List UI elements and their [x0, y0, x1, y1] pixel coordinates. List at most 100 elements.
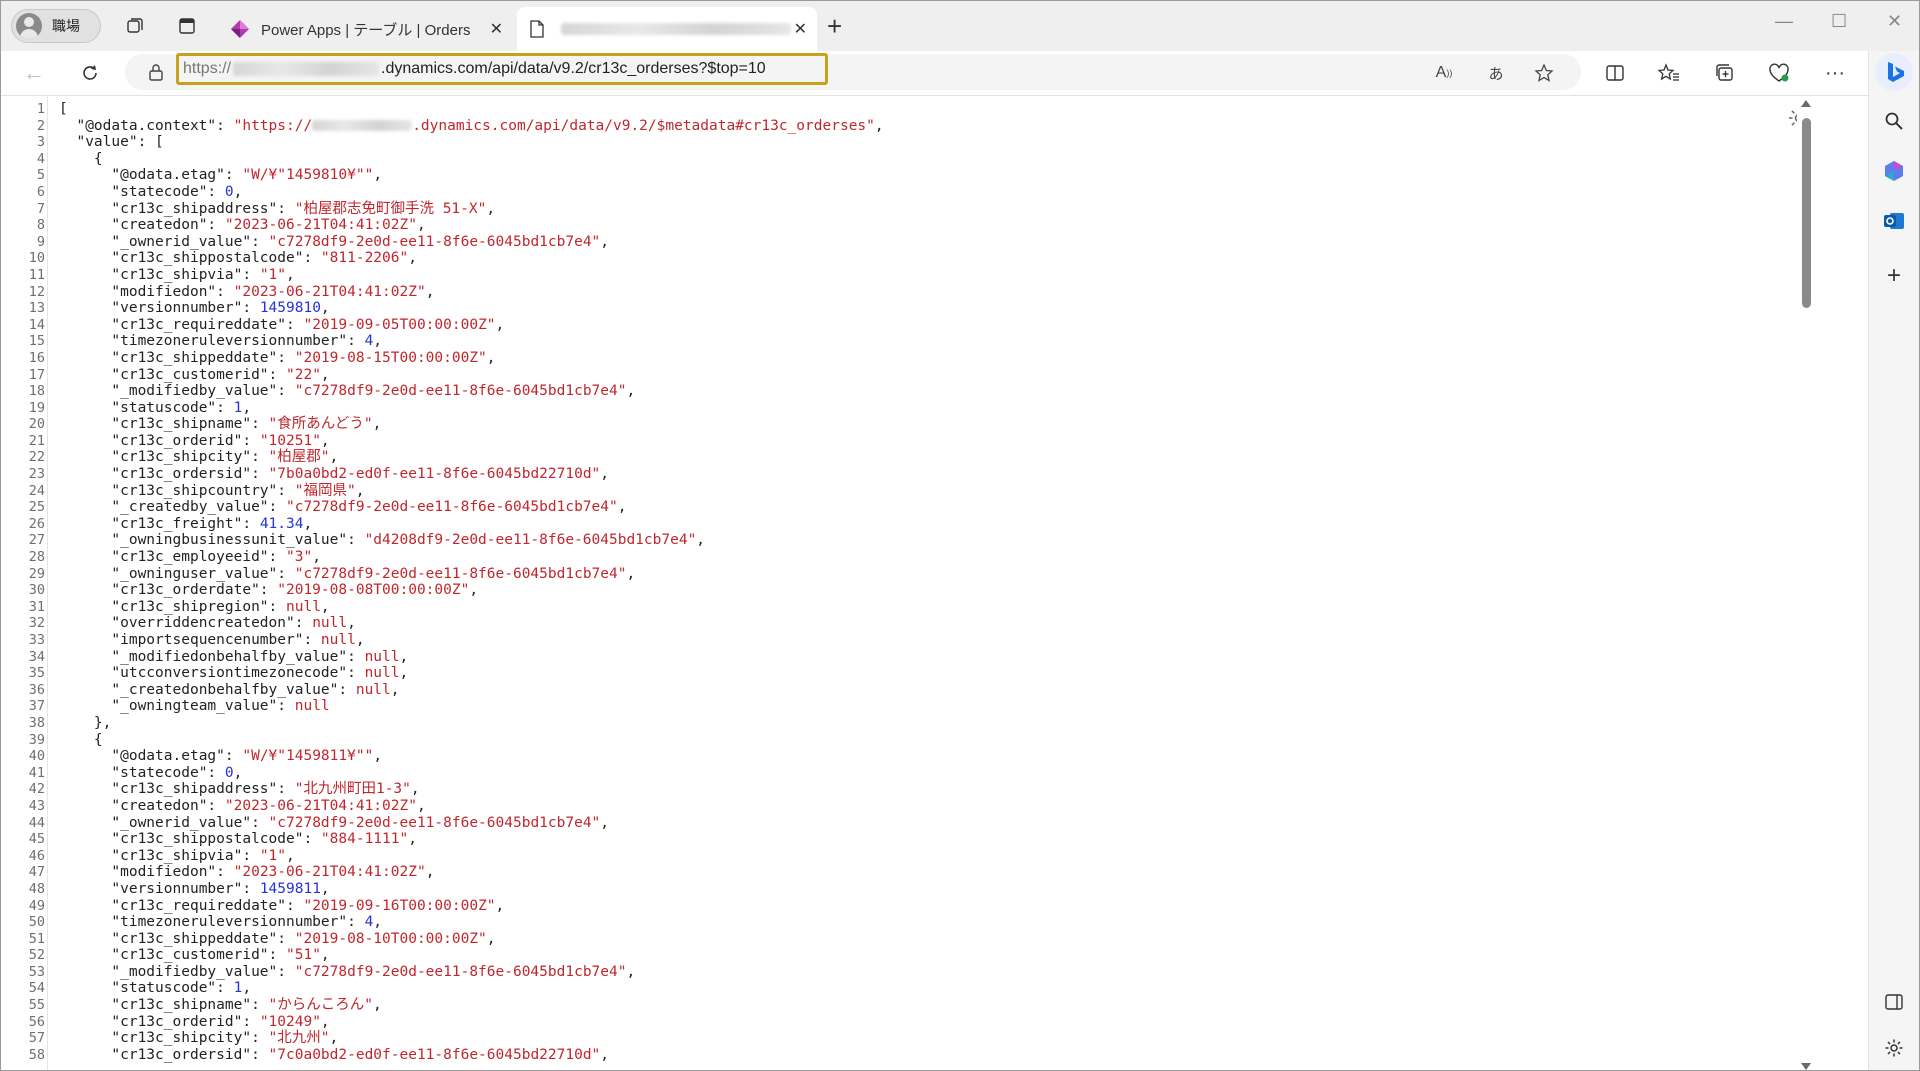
- line-number: 28: [28, 549, 45, 566]
- scroll-up-arrow[interactable]: [1801, 100, 1811, 107]
- copilot-icon[interactable]: [1879, 156, 1909, 186]
- line-number: 17: [28, 366, 45, 383]
- code-text: "cr13c_shipname": "食所あんどう",: [59, 416, 381, 433]
- json-key: "cr13c_shippeddate": [111, 930, 278, 947]
- json-key: "cr13c_shippostalcode": [111, 250, 304, 267]
- json-null: null: [312, 615, 348, 632]
- code-text: "_createdby_value": "c7278df9-2e0d-ee11-…: [59, 499, 626, 516]
- json-punctuation: :: [286, 316, 304, 333]
- json-punctuation: ,: [696, 532, 706, 549]
- outlook-icon[interactable]: [1879, 206, 1909, 236]
- tab-power-apps[interactable]: Power Apps | テーブル | Orders ✕: [219, 7, 513, 51]
- scroll-down-arrow[interactable]: [1801, 1063, 1811, 1070]
- minimize-button[interactable]: —: [1775, 11, 1793, 32]
- read-aloud-icon[interactable]: A)): [1433, 62, 1455, 84]
- json-punctuation: [59, 433, 111, 449]
- line-number: 42: [28, 781, 45, 798]
- favorites-icon[interactable]: [1655, 59, 1683, 87]
- json-key: "createdon": [111, 217, 208, 234]
- json-string: "2023-06-21T04:41:02Z": [233, 864, 426, 881]
- json-punctuation: [59, 1030, 111, 1046]
- profile-button[interactable]: 職場: [11, 9, 101, 43]
- json-punctuation: [59, 665, 111, 681]
- split-screen-icon[interactable]: [1601, 59, 1629, 87]
- json-punctuation: :: [216, 117, 234, 134]
- json-key: "statuscode": [111, 980, 217, 997]
- json-string: "811-2206": [320, 250, 409, 267]
- maximize-button[interactable]: ☐: [1831, 11, 1847, 32]
- json-string: "c7278df9-2e0d-ee11-8f6e-6045bd1cb7e4": [268, 814, 601, 831]
- code-text: "_modifiedonbehalfby_value": null,: [59, 649, 408, 666]
- json-punctuation: :: [216, 980, 234, 997]
- json-punctuation: :: [242, 880, 260, 897]
- json-key: "importsequencenumber": [111, 632, 304, 648]
- json-key: "@odata.etag": [111, 748, 225, 765]
- json-string: "2019-08-08T00:00:00Z": [277, 582, 470, 599]
- translate-icon[interactable]: あ: [1485, 62, 1507, 84]
- json-key: "cr13c_shippeddate": [111, 349, 278, 366]
- tab-api-data[interactable]: ✕: [517, 7, 817, 51]
- json-punctuation: ,: [373, 748, 383, 765]
- code-text: "_owningbusinessunit_value": "d4208df9-2…: [59, 532, 705, 549]
- tab-bar: 職場 Power Apps | テーブル | Orders ✕ ✕ + — ☐ …: [1, 1, 1919, 51]
- favorite-star-icon[interactable]: [1533, 62, 1555, 84]
- line-number: 19: [28, 399, 45, 416]
- json-viewer: 1 [2 "@odata.context": "https:// .dynamics…: [1, 96, 1867, 1070]
- json-string: "W/¥"1459810¥"": [242, 167, 374, 184]
- json-punctuation: :: [207, 217, 225, 234]
- json-key: "_owninguser_value": [111, 565, 278, 582]
- json-null: null: [294, 698, 330, 715]
- back-button[interactable]: ←: [19, 59, 49, 87]
- line-number: 53: [28, 963, 45, 980]
- json-punctuation: [59, 300, 111, 316]
- json-punctuation: [59, 549, 111, 565]
- json-punctuation: ,: [373, 997, 382, 1014]
- json-punctuation: ,: [320, 300, 330, 317]
- address-bar[interactable]: https:// .dynamics.com/api/data/v9.2/cr1…: [125, 53, 1581, 90]
- url-highlight[interactable]: https:// .dynamics.com/api/data/v9.2/cr1…: [176, 53, 828, 85]
- close-tab-icon[interactable]: ✕: [794, 19, 807, 39]
- new-tab-button[interactable]: +: [827, 13, 842, 39]
- hide-sidebar-icon[interactable]: [1879, 987, 1909, 1017]
- json-key: "cr13c_orderdate": [111, 582, 260, 599]
- code-text: "cr13c_shipname": "からんころん",: [59, 997, 382, 1014]
- json-punctuation: :: [347, 532, 365, 549]
- scrollbar-thumb[interactable]: [1802, 118, 1811, 308]
- json-punctuation: :: [224, 748, 243, 765]
- browser-essentials-icon[interactable]: [1765, 59, 1793, 87]
- workspaces-icon[interactable]: [121, 12, 149, 40]
- json-punctuation: :: [347, 914, 365, 931]
- code-text: "_ownerid_value": "c7278df9-2e0d-ee11-8f…: [59, 234, 609, 251]
- code-text: "_modifiedby_value": "c7278df9-2e0d-ee11…: [59, 383, 635, 400]
- vertical-scrollbar[interactable]: [1797, 96, 1815, 1070]
- code-text: "statecode": 0,: [59, 765, 242, 782]
- json-key: "cr13c_shipvia": [111, 266, 243, 283]
- json-punctuation: :: [286, 897, 304, 914]
- json-string: "22": [286, 366, 321, 383]
- code-text: "cr13c_shipvia": "1",: [59, 848, 294, 865]
- search-icon[interactable]: [1879, 106, 1909, 136]
- json-punctuation: [59, 649, 111, 665]
- json-string: "柏屋郡志免町御手洗 51-X": [294, 200, 487, 217]
- code-text: "cr13c_requireddate": "2019-09-16T00:00:…: [59, 898, 504, 915]
- more-options-icon[interactable]: ···: [1821, 59, 1849, 87]
- json-punctuation: ,: [469, 582, 479, 599]
- json-punctuation: ,: [242, 980, 252, 997]
- json-punctuation: :: [251, 814, 269, 831]
- refresh-button[interactable]: [75, 59, 105, 87]
- line-number: 11: [28, 266, 45, 283]
- tab-actions-icon[interactable]: [173, 12, 201, 40]
- bing-copilot-icon[interactable]: [1875, 53, 1913, 91]
- json-string: "c7278df9-2e0d-ee11-8f6e-6045bd1cb7e4": [286, 499, 618, 516]
- add-sidebar-app-icon[interactable]: +: [1879, 261, 1909, 291]
- close-tab-icon[interactable]: ✕: [490, 19, 503, 39]
- json-string: "2019-09-05T00:00:00Z": [303, 316, 496, 333]
- lock-icon[interactable]: [147, 63, 165, 81]
- json-punctuation: ,: [410, 781, 420, 798]
- json-punctuation: [59, 532, 111, 548]
- json-punctuation: :: [303, 632, 321, 648]
- close-window-button[interactable]: ✕: [1887, 11, 1902, 32]
- collections-icon[interactable]: [1711, 59, 1739, 87]
- json-key: "_ownerid_value": [111, 233, 252, 250]
- sidebar-settings-icon[interactable]: [1879, 1033, 1909, 1063]
